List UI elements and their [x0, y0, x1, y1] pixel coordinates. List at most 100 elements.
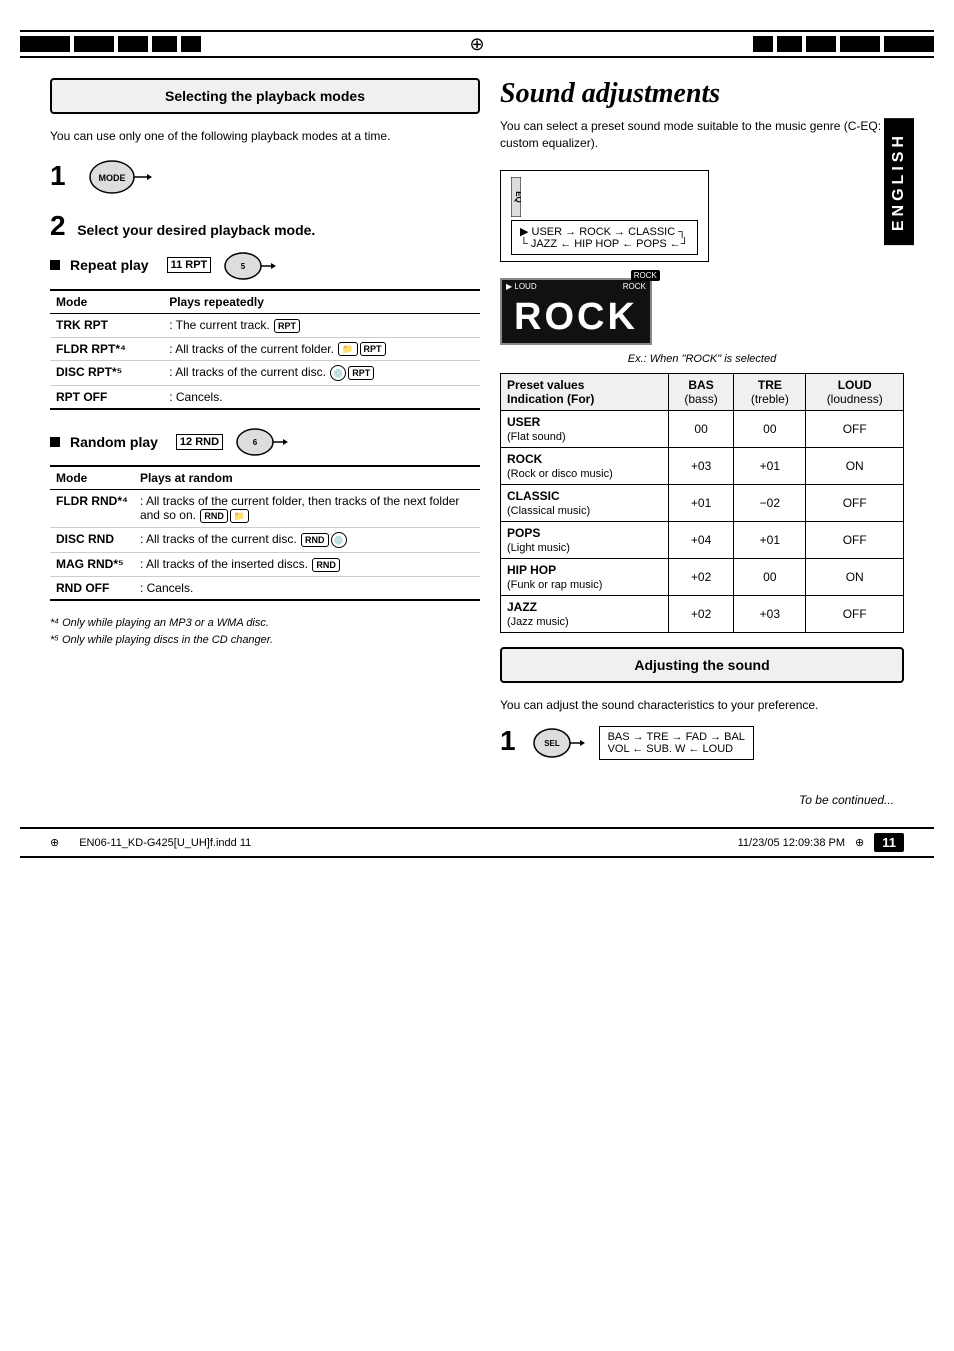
disc-badge-2: 💿	[331, 532, 347, 548]
preset-hiphop: HIP HOP(Funk or rap music)	[501, 558, 669, 595]
rpt-badge-3: RPT	[348, 366, 374, 380]
pops-loud: OFF	[806, 521, 904, 558]
classic-tre: −02	[734, 484, 806, 521]
hiphop-tre: 00	[734, 558, 806, 595]
indication-for-header: Indication (For)	[507, 392, 662, 406]
english-language-tab: ENGLISH	[884, 118, 914, 245]
adjusting-sound-header: Adjusting the sound	[500, 647, 904, 683]
mode-mag-rnd-desc: : All tracks of the inserted discs. RND	[134, 553, 480, 577]
mode-rpt-off: RPT OFF	[50, 386, 163, 410]
loud-indicator: ▶ LOUD	[506, 282, 537, 291]
rock-display-area: ▶ LOUD ROCK ROCK ROCK	[500, 278, 904, 345]
hiphop-loud: ON	[806, 558, 904, 595]
top-registration-bar: ⊕	[20, 30, 934, 58]
mode-trk-rpt-desc: : The current track. RPT	[163, 313, 480, 337]
eq-line2: └ JAZZ ← HIP HOP ← POPS ←┘	[520, 238, 689, 250]
sel-line2: VOL ← SUB. W ← LOUD	[608, 743, 745, 755]
user-tre: 00	[734, 410, 806, 447]
table-row: CLASSIC(Classical music) +01 −02 OFF	[501, 484, 904, 521]
preset-col-indication: Preset values Indication (For)	[501, 373, 669, 410]
mode-rnd-off: RND OFF	[50, 577, 134, 601]
footnote-4: *⁴ Only while playing an MP3 or a WMA di…	[50, 615, 480, 632]
mode-trk-rpt: TRK RPT	[50, 313, 163, 337]
repeat-play-header: Repeat play 11 RPT 5	[50, 248, 480, 283]
mode-knob-diagram: MODE	[82, 155, 152, 202]
playback-modes-description: You can use only one of the following pl…	[50, 128, 480, 145]
table-row: FLDR RND*⁴ : All tracks of the current f…	[50, 490, 480, 528]
pops-tre: +01	[734, 521, 806, 558]
repeat-play-label: Repeat play	[70, 257, 149, 273]
adjusting-step1-number: 1	[500, 727, 516, 755]
bottom-date: 11/23/05 12:09:38 PM	[738, 837, 845, 849]
rock-tre: +01	[734, 447, 806, 484]
jazz-tre: +03	[734, 595, 806, 632]
folder-badge-1: 📁	[338, 342, 357, 356]
sel-line1: BAS → TRE → FAD → BAL	[608, 731, 745, 743]
reg-block-4	[152, 36, 177, 52]
sel-sequence-box: BAS → TRE → FAD → BAL VOL ← SUB. W ← LOU…	[599, 726, 754, 760]
repeat-col-mode: Mode	[50, 290, 163, 314]
adjusting-sound-title: Adjusting the sound	[634, 657, 769, 673]
repeat-play-bullet	[50, 260, 60, 270]
table-row: DISC RPT*⁵ : All tracks of the current d…	[50, 361, 480, 386]
svg-text:SEL: SEL	[544, 739, 560, 748]
reg-block-1	[20, 36, 70, 52]
repeat-play-table: Mode Plays repeatedly TRK RPT : The curr…	[50, 289, 480, 411]
mode-rnd-off-desc: : Cancels.	[134, 577, 480, 601]
eq-sequence-box: ▶ USER → ROCK → CLASSIC ┐ └ JAZZ ← HIP H…	[511, 220, 698, 255]
preset-user: USER(Flat sound)	[501, 410, 669, 447]
adjusting-step1-row: 1 SEL BAS → TRE → FAD → BAL VOL ← SUB. W…	[500, 723, 904, 763]
reg-block-9	[840, 36, 880, 52]
mode-disc-rnd-desc: : All tracks of the current disc. RND💿	[134, 528, 480, 553]
table-row: DISC RND : All tracks of the current dis…	[50, 528, 480, 553]
table-row: HIP HOP(Funk or rap music) +02 00 ON	[501, 558, 904, 595]
table-row: RPT OFF : Cancels.	[50, 386, 480, 410]
selecting-playback-modes-title: Selecting the playback modes	[165, 88, 365, 104]
page-number: 11	[874, 833, 904, 852]
step1-row: 1 MODE	[50, 155, 480, 202]
jazz-loud: OFF	[806, 595, 904, 632]
random-play-header: Random play 12 RND 6	[50, 424, 480, 459]
top-bar-left-blocks	[20, 36, 447, 52]
table-row: JAZZ(Jazz music) +02 +03 OFF	[501, 595, 904, 632]
rock-badge: ROCK	[631, 270, 660, 281]
reg-block-6	[753, 36, 773, 52]
classic-bas: +01	[668, 484, 733, 521]
table-row: MAG RND*⁵ : All tracks of the inserted d…	[50, 553, 480, 577]
mode-fldr-rpt-desc: : All tracks of the current folder. 📁RPT	[163, 337, 480, 361]
random-col-plays: Plays at random	[134, 466, 480, 490]
left-crosshair-icon: ⊕	[50, 836, 59, 849]
table-row: RND OFF : Cancels.	[50, 577, 480, 601]
rock-display-wrapper: ▶ LOUD ROCK ROCK ROCK	[500, 278, 652, 345]
repeat-step-badge: 11 RPT	[167, 257, 212, 273]
repeat-col-plays: Plays repeatedly	[163, 290, 480, 314]
footnote-5: *⁵ Only while playing discs in the CD ch…	[50, 632, 480, 649]
mode-disc-rpt: DISC RPT*⁵	[50, 361, 163, 386]
sound-adjustments-description: You can select a preset sound mode suita…	[500, 118, 904, 152]
reg-block-2	[74, 36, 114, 52]
disc-badge-1: 💿	[330, 365, 346, 381]
preset-values-header: Preset values	[507, 378, 662, 392]
bottom-filename: EN06-11_KD-G425[U_UH]f.indd 11	[79, 837, 251, 849]
rnd-badge-1: RND	[200, 509, 228, 523]
step2-number: 2	[50, 210, 66, 241]
pops-bas: +04	[668, 521, 733, 558]
selecting-playback-modes-header: Selecting the playback modes	[50, 78, 480, 114]
bottom-bar: ⊕ EN06-11_KD-G425[U_UH]f.indd 11 11/23/0…	[20, 827, 934, 858]
mode-knob-svg: MODE	[82, 155, 152, 199]
top-crosshair: ⊕	[447, 34, 507, 55]
preset-col-loud: LOUD(loudness)	[806, 373, 904, 410]
mode-fldr-rnd-desc: : All tracks of the current folder, then…	[134, 490, 480, 528]
right-crosshair-icon: ⊕	[855, 836, 864, 849]
mode-rpt-off-desc: : Cancels.	[163, 386, 480, 410]
random-play-label: Random play	[70, 434, 158, 450]
rock-caption: Ex.: When "ROCK" is selected	[500, 353, 904, 365]
bottom-bar-left: ⊕ EN06-11_KD-G425[U_UH]f.indd 11	[50, 836, 251, 849]
svg-text:6: 6	[253, 438, 258, 447]
table-row: POPS(Light music) +04 +01 OFF	[501, 521, 904, 558]
english-tab-label: ENGLISH	[890, 132, 907, 231]
user-bas: 00	[668, 410, 733, 447]
preset-pops: POPS(Light music)	[501, 521, 669, 558]
table-row: ROCK(Rock or disco music) +03 +01 ON	[501, 447, 904, 484]
rock-indicator-label: ROCK	[623, 282, 646, 291]
